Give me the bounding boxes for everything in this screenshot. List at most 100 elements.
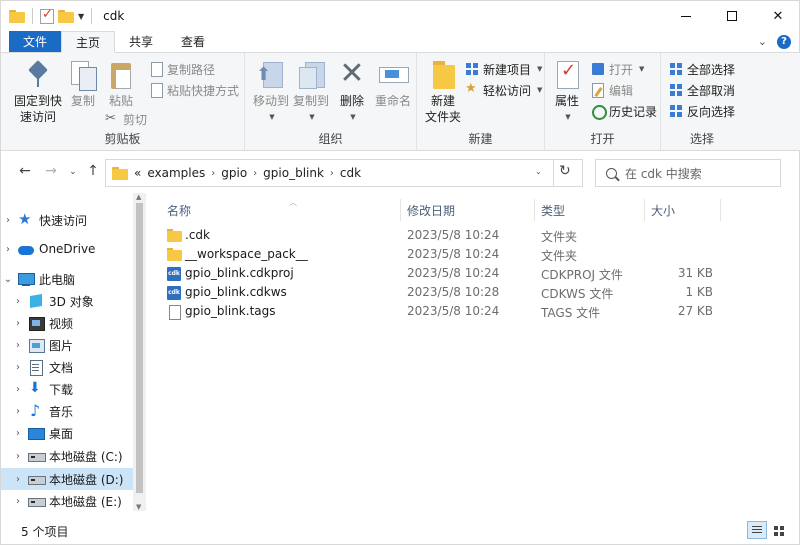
details-view-button[interactable]	[747, 521, 767, 539]
chevron-right-icon[interactable]: ›	[11, 428, 25, 439]
address-bar[interactable]: « examples › gpio › gpio_blink › cdk	[105, 159, 583, 187]
nav-item-desktop[interactable]: › 桌面	[1, 422, 133, 444]
properties-icon[interactable]	[40, 7, 54, 24]
nav-pane-scrollbar[interactable]: ▲ ▼	[133, 193, 146, 511]
nav-item-documents[interactable]: › 文档	[1, 356, 133, 378]
tab-home[interactable]: 主页	[61, 31, 116, 53]
nav-item-drive-d[interactable]: › 本地磁盘 (D:)	[1, 468, 133, 490]
help-icon[interactable]: ?	[777, 34, 791, 49]
chevron-right-icon[interactable]: ›	[1, 215, 15, 226]
recent-locations-icon[interactable]: ⌄	[63, 167, 83, 177]
nav-item-label: 图片	[49, 338, 74, 353]
delete-button[interactable]: ✕ 删除 ▼	[337, 59, 367, 125]
chevron-right-icon[interactable]: ›	[11, 296, 25, 307]
breadcrumb-gpio-blink[interactable]: gpio_blink	[263, 166, 324, 180]
cut-label: 剪切	[123, 112, 148, 127]
nav-item-pictures[interactable]: › 图片	[1, 334, 133, 356]
chevron-down-icon: ▼	[269, 113, 275, 121]
maximize-button[interactable]	[709, 1, 755, 31]
cdk-file-icon: cdk	[167, 286, 181, 300]
tab-view[interactable]: 查看	[167, 31, 219, 52]
nav-item-drive-e[interactable]: › 本地磁盘 (E:)	[1, 490, 133, 511]
chevron-right-icon[interactable]: ›	[11, 384, 25, 395]
overflow-chevron-icon[interactable]: «	[134, 166, 141, 180]
file-row[interactable]: cdk gpio_blink.cdkproj 2023/5/8 10:24 CD…	[161, 264, 731, 284]
rename-button[interactable]: 重命名	[373, 59, 413, 109]
column-header-name[interactable]: 名称 ︿	[161, 198, 401, 221]
file-row[interactable]: gpio_blink.tags 2023/5/8 10:24 TAGS 文件 2…	[161, 302, 731, 322]
breadcrumb-examples[interactable]: examples	[147, 166, 205, 180]
search-input[interactable]: 在 cdk 中搜索	[595, 159, 781, 187]
file-row[interactable]: .cdk 2023/5/8 10:24 文件夹	[161, 226, 731, 246]
properties-button[interactable]: 属性 ▼	[551, 59, 583, 125]
easy-access-button[interactable]: 轻松访问 ▼	[465, 80, 542, 100]
breadcrumb-gpio[interactable]: gpio	[221, 166, 247, 180]
copy-to-button[interactable]: 复制到 ▼	[291, 59, 331, 125]
column-header-modified[interactable]: 修改日期	[401, 199, 535, 221]
paste-button[interactable]: 粘贴	[105, 59, 137, 109]
nav-item-3d-objects[interactable]: › 3D 对象	[1, 290, 133, 312]
edit-button[interactable]: 编辑	[591, 80, 633, 100]
copy-path-button[interactable]: 复制路径	[149, 59, 215, 79]
paste-shortcut-button[interactable]: 粘贴快捷方式	[149, 80, 239, 100]
chevron-right-icon[interactable]: ›	[11, 362, 25, 373]
nav-item-onedrive[interactable]: › OneDrive	[1, 238, 133, 260]
chevron-down-icon: ▼	[350, 113, 356, 121]
copy-to-icon	[295, 59, 327, 91]
scroll-up-icon[interactable]: ▲	[136, 193, 141, 201]
chevron-right-icon[interactable]: ›	[11, 318, 25, 329]
chevron-right-icon[interactable]: ›	[11, 340, 25, 351]
file-row[interactable]: __workspace_pack__ 2023/5/8 10:24 文件夹	[161, 245, 731, 265]
customize-dropdown-icon[interactable]: ▼	[78, 12, 84, 21]
invert-selection-button[interactable]: 反向选择	[669, 101, 735, 121]
minimize-button[interactable]	[663, 1, 709, 31]
open-button[interactable]: 打开 ▼	[591, 59, 644, 79]
nav-item-label: 视频	[49, 316, 74, 331]
tab-file[interactable]: 文件	[9, 31, 62, 52]
new-folder-icon[interactable]	[58, 9, 74, 23]
nav-item-quick-access[interactable]: › 快速访问	[1, 209, 133, 231]
nav-item-videos[interactable]: › 视频	[1, 312, 133, 334]
breadcrumb-cdk[interactable]: cdk	[340, 166, 361, 180]
chevron-right-icon[interactable]: ›	[211, 168, 215, 179]
column-header-type[interactable]: 类型	[535, 199, 645, 221]
large-icons-view-button[interactable]	[769, 521, 789, 539]
file-row[interactable]: cdk gpio_blink.cdkws 2023/5/8 10:28 CDKW…	[161, 283, 731, 303]
up-button[interactable]: ↑	[83, 163, 103, 179]
chevron-right-icon[interactable]: ›	[11, 474, 25, 485]
pin-to-quick-access-button[interactable]: 固定到快 速访问	[11, 59, 65, 125]
tab-share[interactable]: 共享	[115, 31, 167, 52]
new-item-button[interactable]: 新建项目 ▼	[465, 59, 542, 79]
chevron-right-icon[interactable]: ›	[11, 496, 25, 507]
new-folder-button[interactable]: 新建 文件夹	[423, 59, 463, 125]
chevron-right-icon[interactable]: ›	[11, 406, 25, 417]
address-dropdown-icon[interactable]: ⌄	[535, 167, 542, 176]
cut-button[interactable]: ✂ 剪切	[105, 109, 147, 129]
forward-button[interactable]: →	[41, 163, 61, 179]
chevron-right-icon[interactable]: ›	[330, 168, 334, 179]
address-row: ← → ⌄ ↑ « examples › gpio › gpio_blink ›…	[1, 159, 800, 187]
copy-button[interactable]: 复制	[67, 59, 99, 109]
scrollbar-thumb[interactable]	[136, 203, 143, 493]
chevron-right-icon[interactable]: ›	[11, 451, 25, 462]
column-header-size[interactable]: 大小	[645, 199, 721, 221]
nav-item-this-pc[interactable]: ⌄ 此电脑	[1, 268, 133, 290]
move-to-button[interactable]: 移动到 ▼	[251, 59, 291, 125]
chevron-right-icon[interactable]: ›	[1, 244, 15, 255]
search-placeholder: 在 cdk 中搜索	[625, 166, 702, 181]
close-button[interactable]: ✕	[755, 1, 800, 31]
chevron-right-icon[interactable]: ›	[253, 168, 257, 179]
select-group: 全部选择 全部取消 反向选择 选择	[661, 53, 743, 151]
back-button[interactable]: ←	[15, 163, 35, 179]
select-none-button[interactable]: 全部取消	[669, 80, 735, 100]
select-all-button[interactable]: 全部选择	[669, 59, 735, 79]
chevron-down-icon[interactable]: ⌄	[1, 274, 15, 285]
nav-item-music[interactable]: › 音乐	[1, 400, 133, 422]
scroll-down-icon[interactable]: ▼	[136, 503, 141, 511]
nav-item-drive-c[interactable]: › 本地磁盘 (C:)	[1, 445, 133, 467]
nav-item-downloads[interactable]: › 下载	[1, 378, 133, 400]
expand-ribbon-icon[interactable]: ⌄	[758, 35, 767, 48]
chevron-down-icon: ▼	[309, 113, 315, 121]
refresh-button[interactable]: ↻	[559, 163, 571, 179]
history-button[interactable]: 历史记录	[591, 101, 657, 121]
